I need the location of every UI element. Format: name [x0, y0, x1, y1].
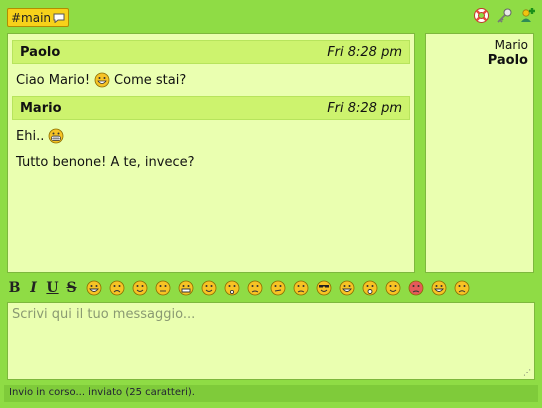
channel-tab[interactable]: #main — [7, 8, 70, 27]
message-text-part: Come stai? — [114, 72, 187, 88]
user-item[interactable]: Mario — [431, 38, 528, 53]
big-smile-emoticon-icon — [48, 128, 64, 144]
cool-emoticon-icon[interactable] — [316, 280, 332, 296]
message-text: Tutto benone! A te, invece? — [8, 146, 414, 172]
message-author[interactable]: Mario — [20, 101, 62, 116]
worried-emoticon-icon[interactable] — [247, 280, 263, 296]
message-text-part: Ciao Mario! — [16, 72, 91, 88]
strikethrough-button[interactable]: S — [65, 280, 78, 296]
message-text: Ehi.. — [8, 120, 414, 146]
tongue-emoticon-icon[interactable] — [201, 280, 217, 296]
italic-button[interactable]: I — [27, 280, 40, 296]
message-input[interactable]: Scrivi qui il tuo messaggio... ⋰ — [7, 302, 535, 380]
status-bar: Invio in corso... inviato (25 caratteri)… — [4, 385, 538, 402]
message-text-part: Ehi.. — [16, 128, 45, 144]
lifebuoy-icon[interactable] — [473, 7, 490, 24]
chat-messages-panel[interactable]: Paolo Fri 8:28 pm Ciao Mario! Come stai?… — [7, 33, 415, 273]
laugh-emoticon-icon[interactable] — [86, 280, 102, 296]
underline-button[interactable]: U — [46, 280, 59, 296]
message-time: Fri 8:28 pm — [327, 100, 402, 116]
grin-emoticon-icon — [94, 72, 110, 88]
laughing-emoticon-icon[interactable] — [339, 280, 355, 296]
devil-emoticon-icon[interactable] — [385, 280, 401, 296]
message-text: Ciao Mario! Come stai? — [8, 64, 414, 90]
emoticon-picker — [86, 280, 470, 296]
message-header: Mario Fri 8:28 pm — [12, 96, 410, 120]
sad-emoticon-icon[interactable] — [109, 280, 125, 296]
status-text: Invio in corso... inviato (25 caratteri)… — [9, 387, 195, 398]
bold-button[interactable]: B — [8, 280, 21, 296]
speech-bubble-icon — [53, 13, 65, 23]
format-toolbar: B I U S — [8, 278, 538, 298]
red-angry-emoticon-icon[interactable] — [408, 280, 424, 296]
angry-emoticon-icon[interactable] — [293, 280, 309, 296]
frown-emoticon-icon[interactable] — [454, 280, 470, 296]
online-users-panel: Mario Paolo — [425, 33, 534, 273]
message-time: Fri 8:28 pm — [327, 44, 402, 60]
smile-emoticon-icon[interactable] — [132, 280, 148, 296]
message: Mario Fri 8:28 pm Ehi.. Tutto benone! A … — [8, 96, 414, 172]
message-input-placeholder: Scrivi qui il tuo messaggio... — [12, 307, 196, 322]
channel-name: #main — [11, 10, 52, 25]
message: Paolo Fri 8:28 pm Ciao Mario! Come stai? — [8, 40, 414, 90]
top-bar: #main — [0, 0, 542, 30]
neutral-emoticon-icon[interactable] — [155, 280, 171, 296]
surprised-emoticon-icon[interactable] — [224, 280, 240, 296]
user-item-self[interactable]: Paolo — [431, 53, 528, 68]
message-header: Paolo Fri 8:28 pm — [12, 40, 410, 64]
key-icon[interactable] — [496, 7, 513, 24]
add-user-icon[interactable] — [519, 7, 536, 24]
crying-laugh-emoticon-icon[interactable] — [431, 280, 447, 296]
resize-grip-icon[interactable]: ⋰ — [523, 368, 531, 377]
confused-emoticon-icon[interactable] — [270, 280, 286, 296]
grin-emoticon-icon[interactable] — [178, 280, 194, 296]
message-author[interactable]: Paolo — [20, 45, 60, 60]
wow-emoticon-icon[interactable] — [362, 280, 378, 296]
message-text-part: Tutto benone! A te, invece? — [16, 154, 195, 170]
